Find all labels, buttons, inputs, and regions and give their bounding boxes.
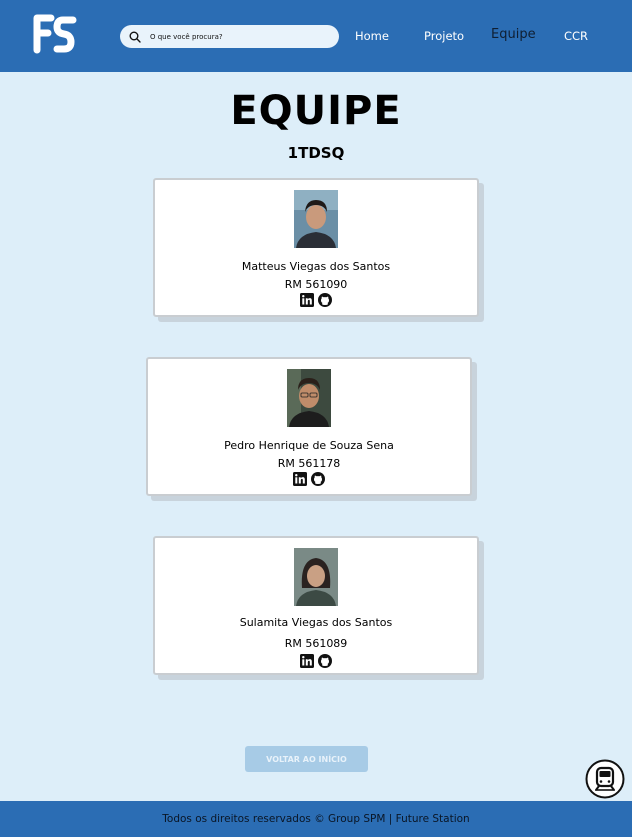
copyright-text: Todos os direitos reservados © Group SPM… [162,813,470,825]
member-name: Sulamita Viegas dos Santos [239,616,393,629]
train-icon[interactable] [585,759,625,799]
linkedin-icon[interactable] [300,293,314,307]
page-title: EQUIPE [230,88,402,134]
nav-home-link[interactable]: Home [355,29,389,43]
member-name: Pedro Henrique de Souza Sena [224,439,394,452]
back-to-home-button[interactable]: VOLTAR AO INÍCIO [245,746,368,772]
nav-equipe-link[interactable]: Equipe [491,27,536,42]
nav-ccr-link[interactable]: CCR [564,29,588,43]
fs-logo[interactable] [33,14,79,54]
nav-projeto-link[interactable]: Projeto [424,29,464,43]
github-icon[interactable] [311,472,325,486]
member-card: Pedro Henrique de Souza Sena RM 561178 [146,357,472,496]
page-subtitle: 1TDSQ [287,144,345,162]
github-icon[interactable] [318,654,332,668]
member-rm: RM 561090 [284,278,348,291]
member-photo [294,548,338,606]
search-input[interactable] [150,32,330,41]
footer: Todos os direitos reservados © Group SPM… [0,801,632,837]
search-bar[interactable] [120,25,339,48]
member-photo [294,190,338,248]
member-card: Matteus Viegas dos Santos RM 561090 [153,178,479,317]
member-name: Matteus Viegas dos Santos [241,260,391,273]
linkedin-icon[interactable] [293,472,307,486]
search-icon[interactable] [129,31,141,43]
member-photo [287,369,331,427]
member-card: Sulamita Viegas dos Santos RM 561089 [153,536,479,675]
github-icon[interactable] [318,293,332,307]
linkedin-icon[interactable] [300,654,314,668]
header: Home Projeto Equipe CCR [0,0,632,72]
member-rm: RM 561089 [284,637,348,650]
member-rm: RM 561178 [277,457,341,470]
